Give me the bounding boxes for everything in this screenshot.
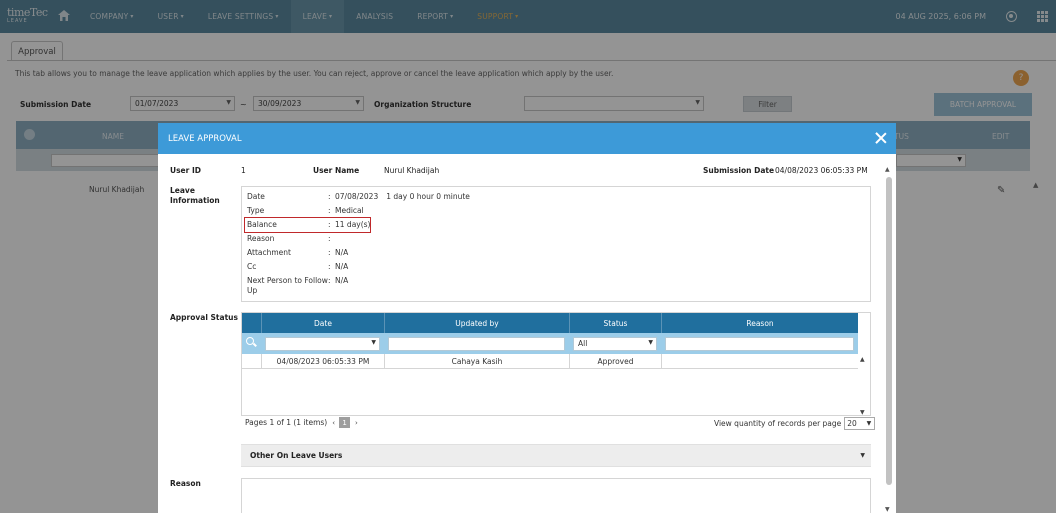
records-per-page-select[interactable]: 20 ▼ bbox=[844, 417, 876, 430]
approval-status-grid: Date Updated by Status Reason ▼ All ▼ 04/… bbox=[241, 312, 871, 416]
grid-header-status[interactable]: Status bbox=[569, 313, 661, 333]
info-next-person-label: Next Person to Follow Up bbox=[247, 276, 328, 295]
updated-by-filter-input[interactable] bbox=[388, 337, 565, 351]
chevron-down-icon: ▼ bbox=[866, 420, 872, 427]
info-type-value: Medical bbox=[335, 206, 364, 215]
grid-header-blank bbox=[242, 313, 261, 333]
row-reason-cell bbox=[661, 354, 858, 369]
info-attachment-value: N/A bbox=[335, 248, 349, 257]
grid-header-row: Date Updated by Status Reason bbox=[242, 313, 858, 333]
table-row[interactable]: 04/08/2023 06:05:33 PM Cahaya Kasih Appr… bbox=[242, 354, 858, 369]
info-date-label: Date bbox=[247, 192, 265, 201]
records-per-page-label: View quantity of records per page bbox=[714, 419, 842, 428]
modal-header: LEAVE APPROVAL bbox=[158, 123, 896, 154]
info-balance-row: Balance:11 day(s) bbox=[247, 220, 371, 229]
other-on-leave-users-label: Other On Leave Users bbox=[250, 451, 343, 460]
info-type-row: Type: Medical bbox=[247, 206, 364, 215]
status-filter-select[interactable]: All ▼ bbox=[573, 337, 657, 351]
info-next-person-value: N/A bbox=[335, 276, 349, 285]
reason-textarea[interactable] bbox=[241, 478, 871, 513]
info-cc-label: Cc bbox=[247, 262, 257, 271]
approval-status-label: Approval Status bbox=[170, 313, 238, 322]
info-date-value: 07/08/2023 bbox=[335, 192, 379, 201]
info-next-person-row: Next Person to Follow Up: N/A bbox=[247, 276, 349, 295]
row-updated-by-cell: Cahaya Kasih bbox=[384, 354, 569, 369]
user-id-label: User ID bbox=[170, 166, 201, 175]
info-date-row: Date:07/08/2023 1 day 0 hour 0 minute bbox=[247, 192, 470, 201]
grid-header-reason[interactable]: Reason bbox=[661, 313, 858, 333]
next-page-icon[interactable]: › bbox=[355, 419, 358, 427]
grid-header-date[interactable]: Date bbox=[261, 313, 384, 333]
records-per-page-value: 20 bbox=[847, 419, 857, 428]
info-reason-label: Reason bbox=[247, 234, 275, 243]
page-number-button[interactable]: 1 bbox=[339, 417, 351, 428]
scroll-down-icon[interactable]: ▼ bbox=[860, 409, 865, 416]
leave-information-box: Date:07/08/2023 1 day 0 hour 0 minute Typ… bbox=[241, 186, 871, 302]
modal-title: LEAVE APPROVAL bbox=[168, 133, 242, 144]
grid-filter-row: ▼ All ▼ bbox=[242, 333, 858, 354]
date-filter-select[interactable]: ▼ bbox=[265, 337, 380, 351]
leave-approval-modal: LEAVE APPROVAL User ID 1 User Name Nurul… bbox=[158, 123, 896, 513]
submission-date-value: 04/08/2023 06:05:33 PM bbox=[775, 166, 868, 175]
status-filter-value: All bbox=[578, 339, 588, 348]
info-type-label: Type bbox=[247, 206, 265, 215]
scroll-up-icon[interactable]: ▲ bbox=[860, 356, 865, 363]
scroll-up-icon[interactable]: ▲ bbox=[885, 166, 890, 173]
scroll-down-icon[interactable]: ▼ bbox=[885, 506, 890, 513]
info-cc-value: N/A bbox=[335, 262, 349, 271]
submission-date-label: Submission Date bbox=[703, 166, 775, 175]
info-attachment-label: Attachment bbox=[247, 248, 291, 257]
prev-page-icon[interactable]: ‹ bbox=[332, 419, 335, 427]
search-icon[interactable] bbox=[246, 337, 254, 345]
info-cc-row: Cc: N/A bbox=[247, 262, 349, 271]
reason-label: Reason bbox=[170, 479, 201, 488]
user-name-label: User Name bbox=[313, 166, 360, 175]
chevron-down-icon: ▼ bbox=[371, 339, 376, 346]
grid-scrollbar[interactable]: ▲ ▼ bbox=[857, 354, 870, 416]
reason-filter-input[interactable] bbox=[665, 337, 854, 351]
other-on-leave-users-panel[interactable]: Other On Leave Users ▼ bbox=[241, 444, 871, 467]
row-status-cell: Approved bbox=[569, 354, 661, 369]
pager-summary: Pages 1 of 1 (1 items) bbox=[245, 418, 328, 427]
info-balance-value: 11 day(s) bbox=[335, 220, 371, 229]
scrollbar-thumb[interactable] bbox=[886, 177, 892, 485]
user-name-value: Nurul Khadijah bbox=[384, 166, 440, 175]
info-reason-row: Reason: bbox=[247, 234, 331, 243]
row-date-cell: 04/08/2023 06:05:33 PM bbox=[261, 354, 384, 369]
close-icon[interactable] bbox=[874, 131, 888, 145]
records-per-page: View quantity of records per page 20 ▼ bbox=[714, 417, 876, 430]
chevron-down-icon: ▼ bbox=[648, 339, 653, 346]
leave-information-label: Leave Information bbox=[170, 186, 220, 205]
info-duration-value: 1 day 0 hour 0 minute bbox=[386, 192, 470, 201]
grid-header-updated-by[interactable]: Updated by bbox=[384, 313, 569, 333]
row-blank-cell bbox=[242, 354, 261, 369]
modal-scrollbar[interactable]: ▲ ▼ bbox=[884, 163, 894, 513]
chevron-down-icon: ▼ bbox=[860, 452, 865, 459]
user-id-value: 1 bbox=[241, 166, 246, 175]
info-balance-label: Balance bbox=[247, 220, 277, 229]
grid-pager: Pages 1 of 1 (1 items) ‹ 1 › bbox=[245, 417, 358, 428]
info-attachment-row: Attachment: N/A bbox=[247, 248, 349, 257]
